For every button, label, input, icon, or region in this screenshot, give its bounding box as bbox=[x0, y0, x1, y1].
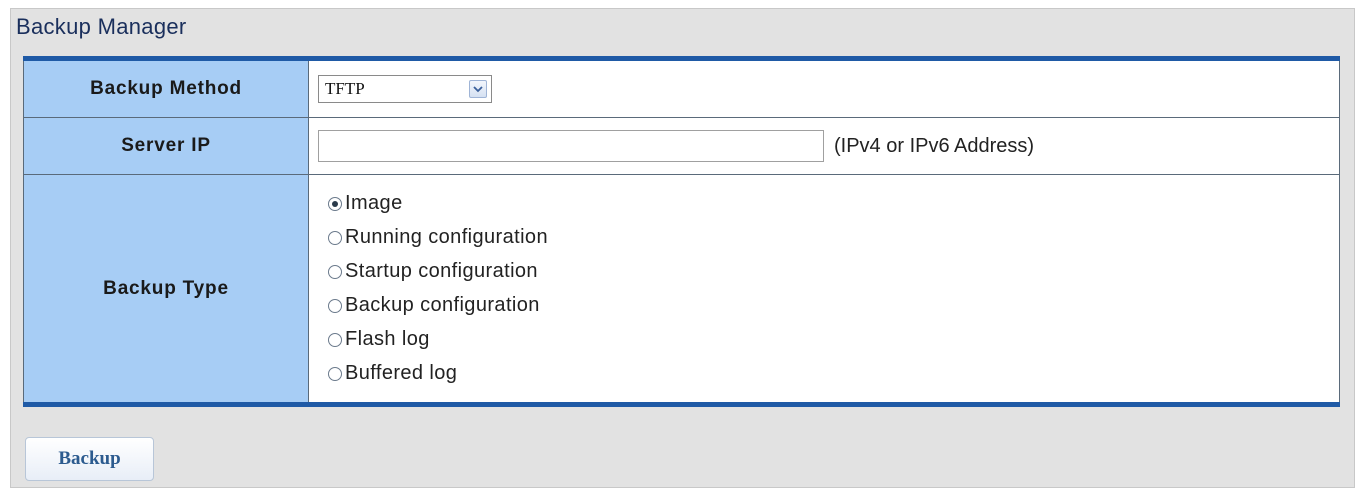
radio-option-running-configuration[interactable]: Running configuration bbox=[328, 221, 548, 255]
radio-unchecked-icon[interactable] bbox=[328, 230, 342, 245]
radio-unchecked-icon[interactable] bbox=[328, 264, 342, 279]
backup-button[interactable]: Backup bbox=[25, 437, 154, 481]
backup-type-value-cell: Image Running configuration Startup conf… bbox=[309, 175, 1340, 402]
radio-unchecked-icon[interactable] bbox=[328, 366, 342, 381]
radio-label: Buffered log bbox=[345, 362, 458, 384]
radio-option-flash-log[interactable]: Flash log bbox=[328, 323, 548, 357]
backup-type-radio-group: Image Running configuration Startup conf… bbox=[318, 187, 548, 391]
radio-label: Flash log bbox=[345, 328, 430, 350]
radio-unchecked-icon[interactable] bbox=[328, 298, 342, 313]
radio-checked-icon[interactable] bbox=[328, 196, 342, 211]
radio-label: Startup configuration bbox=[345, 260, 538, 282]
page-title: Backup Manager bbox=[16, 14, 187, 39]
backup-method-select[interactable]: TFTP bbox=[318, 75, 492, 103]
backup-method-label: Backup Method bbox=[23, 61, 309, 117]
server-ip-input[interactable] bbox=[318, 130, 824, 162]
radio-label: Image bbox=[345, 192, 403, 214]
server-ip-value-cell: (IPv4 or IPv6 Address) bbox=[309, 118, 1340, 174]
radio-option-backup-configuration[interactable]: Backup configuration bbox=[328, 289, 548, 323]
backup-type-row: Backup Type Image Running configuration … bbox=[23, 175, 1340, 402]
radio-option-image[interactable]: Image bbox=[328, 187, 548, 221]
server-ip-row: Server IP (IPv4 or IPv6 Address) bbox=[23, 118, 1340, 175]
radio-unchecked-icon[interactable] bbox=[328, 332, 342, 347]
radio-option-buffered-log[interactable]: Buffered log bbox=[328, 357, 548, 391]
radio-label: Backup configuration bbox=[345, 294, 540, 316]
radio-label: Running configuration bbox=[345, 226, 548, 248]
server-ip-label: Server IP bbox=[23, 118, 309, 174]
backup-type-label: Backup Type bbox=[23, 175, 309, 402]
backup-method-selected-value: TFTP bbox=[325, 79, 365, 98]
chevron-down-icon[interactable] bbox=[469, 80, 487, 98]
backup-method-row: Backup Method TFTP bbox=[23, 61, 1340, 118]
backup-method-value-cell: TFTP bbox=[309, 61, 1340, 117]
server-ip-hint: (IPv4 or IPv6 Address) bbox=[834, 134, 1035, 157]
radio-option-startup-configuration[interactable]: Startup configuration bbox=[328, 255, 548, 289]
backup-form-table: Backup Method TFTP Server IP (IPv4 or IP… bbox=[23, 56, 1340, 407]
